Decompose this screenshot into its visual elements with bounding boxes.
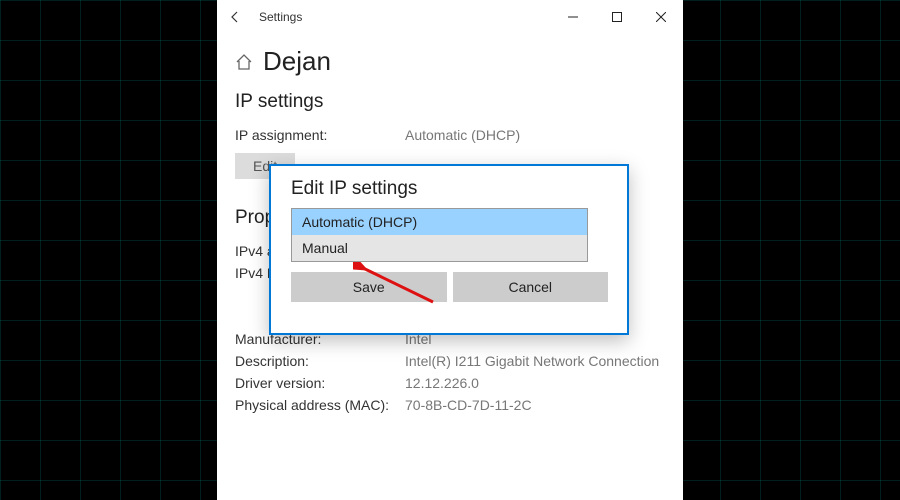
page-header: Dejan — [235, 46, 665, 77]
minimize-button[interactable] — [551, 0, 595, 34]
titlebar: Settings — [217, 0, 683, 34]
ip-assignment-label: IP assignment: — [235, 127, 405, 143]
property-value: 70-8B-CD-7D-11-2C — [405, 397, 665, 413]
dropdown-option-manual[interactable]: Manual — [292, 235, 587, 261]
page-title: Dejan — [263, 46, 331, 77]
ip-settings-heading: IP settings — [235, 91, 665, 113]
ip-assignment-value: Automatic (DHCP) — [405, 127, 665, 143]
dialog-title: Edit IP settings — [291, 178, 607, 200]
property-row: Driver version:12.12.226.0 — [235, 375, 665, 391]
dropdown-option-automatic[interactable]: Automatic (DHCP) — [292, 209, 587, 235]
home-icon — [235, 53, 253, 71]
window-title: Settings — [259, 10, 302, 24]
property-label: Description: — [235, 353, 405, 369]
dialog-button-row: Save Cancel — [291, 272, 608, 302]
back-button[interactable] — [225, 7, 245, 27]
property-label: Driver version: — [235, 375, 405, 391]
property-row: Physical address (MAC):70-8B-CD-7D-11-2C — [235, 397, 665, 413]
save-button[interactable]: Save — [291, 272, 447, 302]
ip-assignment-row: IP assignment: Automatic (DHCP) — [235, 127, 665, 143]
window-controls — [551, 0, 683, 34]
property-value: 12.12.226.0 — [405, 375, 665, 391]
cancel-button[interactable]: Cancel — [453, 272, 609, 302]
close-button[interactable] — [639, 0, 683, 34]
maximize-button[interactable] — [595, 0, 639, 34]
titlebar-left: Settings — [225, 7, 302, 27]
edit-ip-settings-dialog: Edit IP settings Automatic (DHCP) Manual… — [269, 164, 629, 335]
property-label: Physical address (MAC): — [235, 397, 405, 413]
property-row: Description:Intel(R) I211 Gigabit Networ… — [235, 353, 665, 369]
ip-mode-dropdown[interactable]: Automatic (DHCP) Manual — [291, 208, 588, 262]
property-value: Intel(R) I211 Gigabit Network Connection — [405, 353, 665, 369]
